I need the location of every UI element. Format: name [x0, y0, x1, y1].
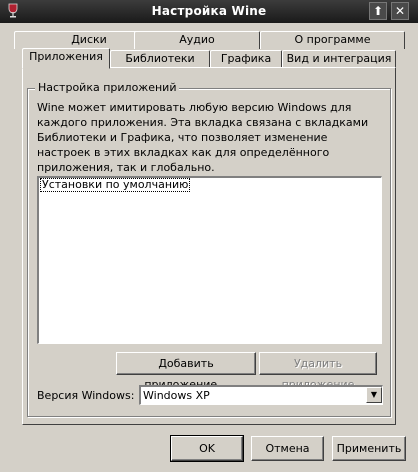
applications-list[interactable]: Установки по умолчанию	[37, 176, 382, 344]
tab-label: О программе	[294, 33, 371, 46]
apply-button[interactable]: Применить	[332, 436, 406, 461]
up-arrow-icon: ⬆	[372, 4, 384, 18]
list-item[interactable]: Установки по умолчанию	[40, 178, 191, 192]
tab-about[interactable]: О программе	[260, 31, 405, 49]
button-label: Применить	[336, 442, 402, 455]
remove-application-button[interactable]: Удалить приложение	[259, 352, 377, 391]
chevron-down-icon[interactable]: ▼	[366, 387, 382, 403]
tab-applications[interactable]: Приложения	[22, 48, 110, 69]
windows-version-select[interactable]: Windows XP ▼	[139, 385, 383, 405]
tab-label: Аудио	[179, 33, 215, 46]
close-icon: ✕	[394, 4, 406, 18]
tab-desktop-integration[interactable]: Вид и интеграция	[282, 50, 396, 68]
windows-version-label: Версия Windows:	[37, 389, 135, 402]
tab-label: Приложения	[29, 50, 103, 63]
window-title: Настройка Wine	[151, 4, 267, 18]
tab-libraries[interactable]: Библиотеки	[110, 50, 210, 68]
close-button[interactable]: ✕	[391, 2, 409, 20]
tab-graphics[interactable]: Графика	[210, 50, 282, 68]
tab-label: Диски	[71, 33, 107, 46]
tab-label: Вид и интеграция	[286, 52, 392, 65]
button-label: OK	[199, 442, 215, 455]
selected-value: Windows XP	[143, 389, 210, 402]
title-bar: Настройка Wine ⬆ ✕	[0, 0, 418, 23]
group-title: Настройка приложений	[35, 81, 180, 94]
group-description: Wine может имитировать любую версию Wind…	[37, 101, 369, 174]
tab-label: Библиотеки	[125, 52, 195, 65]
tab-label: Графика	[220, 52, 272, 65]
maximize-button[interactable]: ⬆	[369, 2, 387, 20]
ok-button[interactable]: OK	[170, 435, 244, 462]
button-label: Отмена	[265, 442, 310, 455]
add-application-button[interactable]: Добавить приложение...	[116, 352, 256, 391]
tab-audio[interactable]: Аудио	[134, 31, 260, 49]
cancel-button[interactable]: Отмена	[251, 436, 324, 461]
